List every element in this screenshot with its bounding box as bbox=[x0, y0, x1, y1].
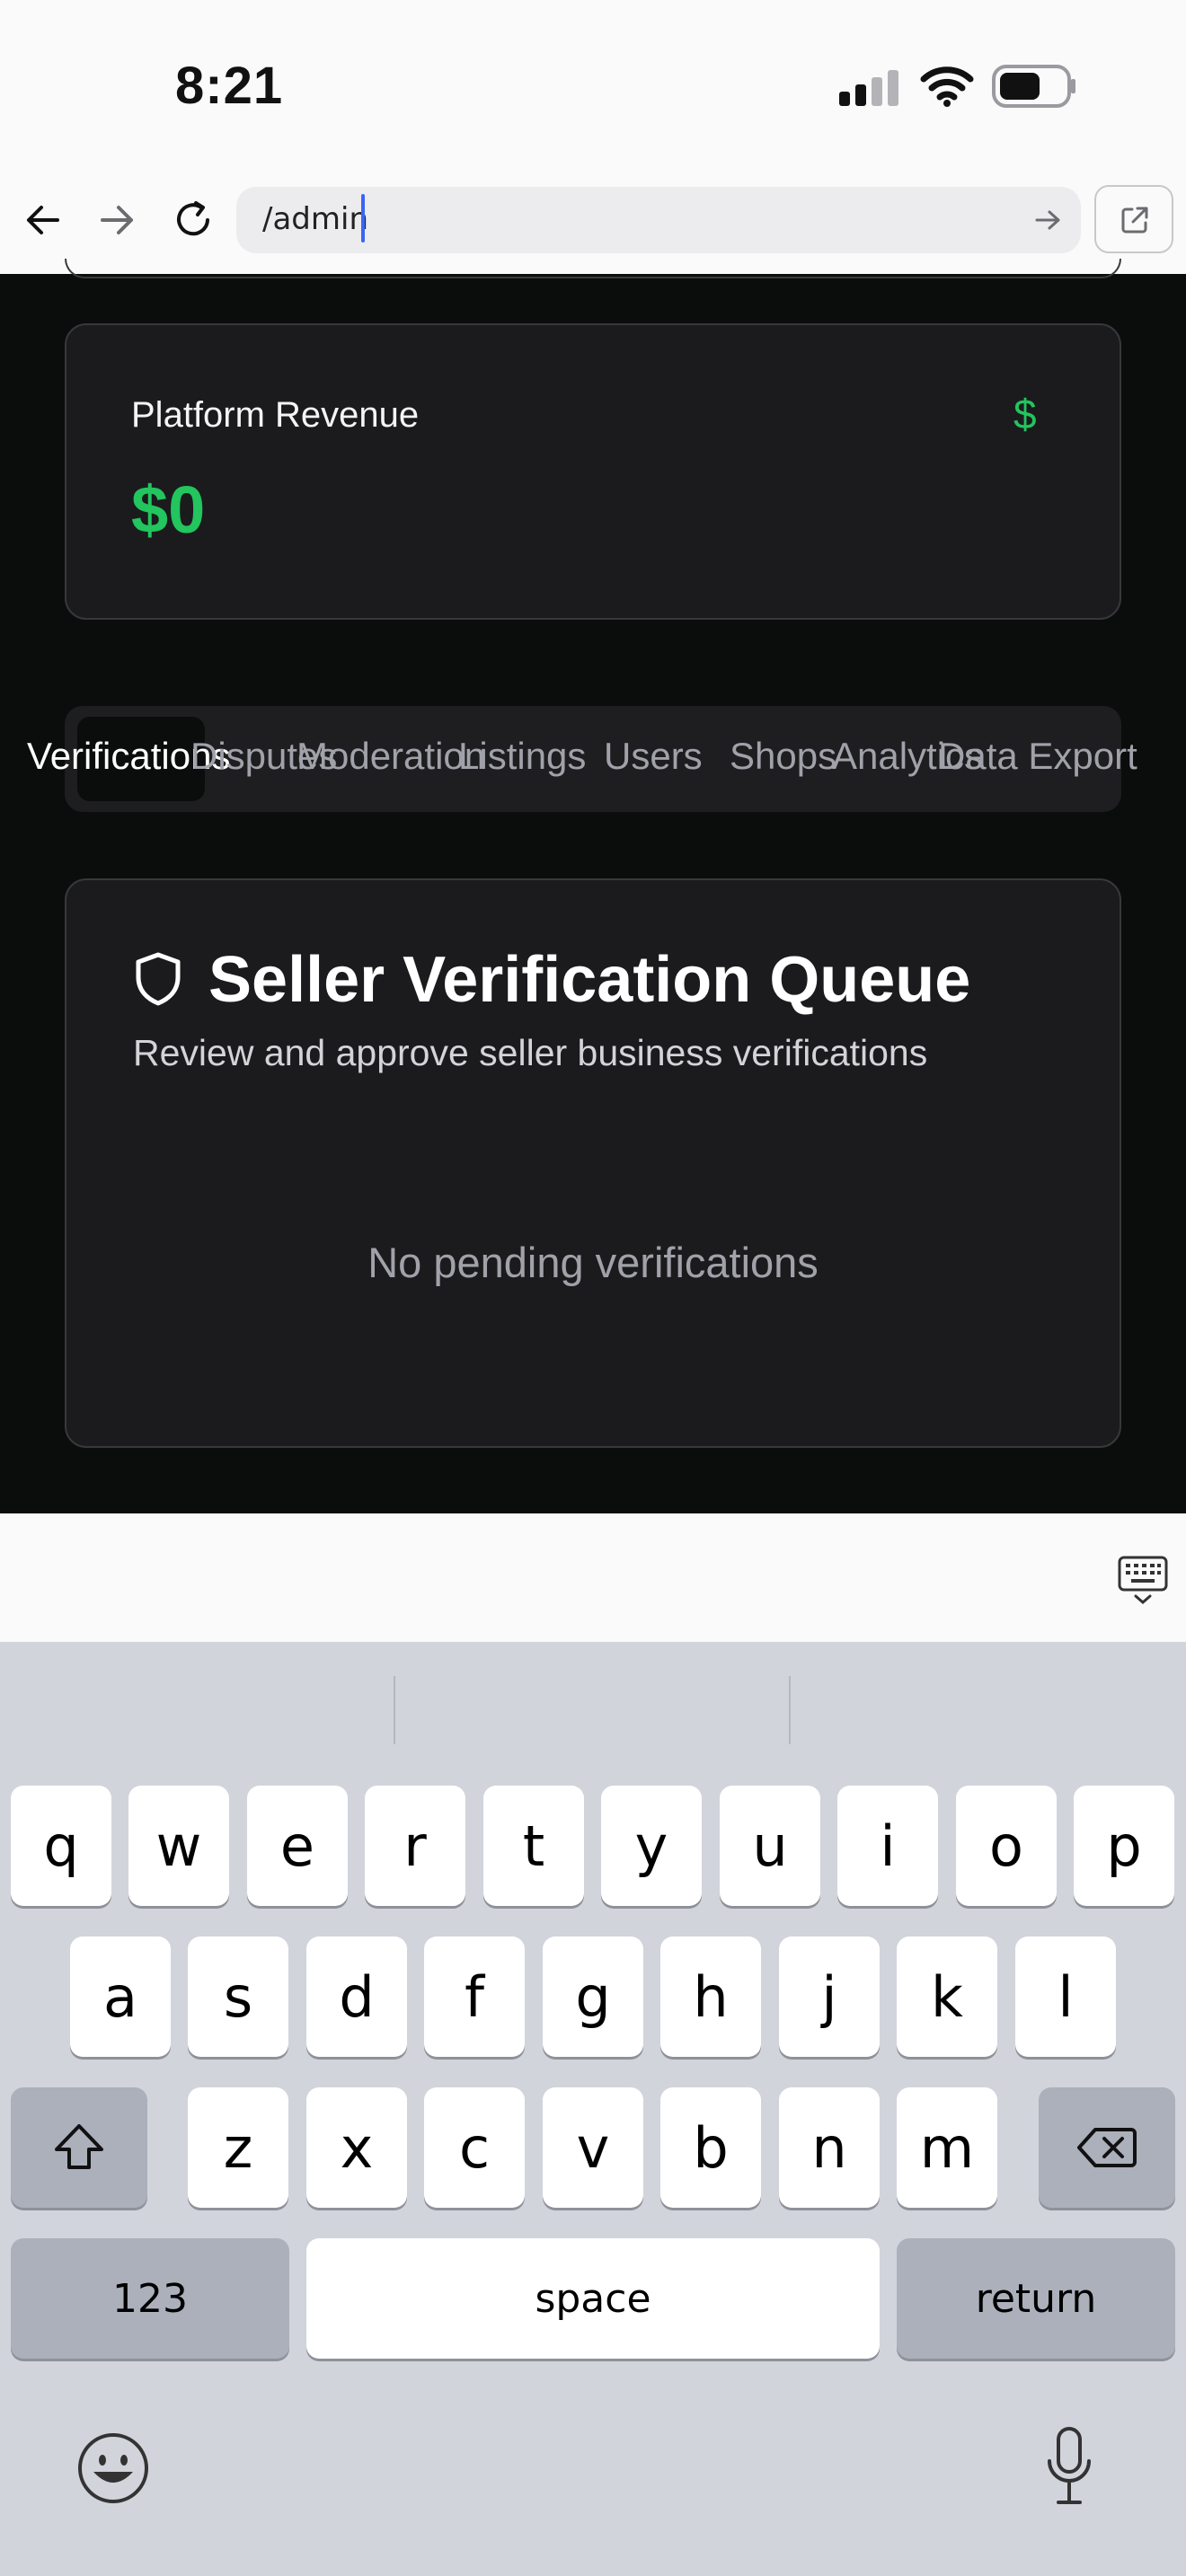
key-l[interactable]: l bbox=[1015, 1936, 1116, 2057]
delete-key[interactable] bbox=[1039, 2087, 1175, 2208]
external-link-icon bbox=[1121, 207, 1148, 234]
key-z[interactable]: z bbox=[188, 2087, 288, 2208]
key-g[interactable]: g bbox=[543, 1936, 643, 2057]
back-arrow-icon[interactable] bbox=[22, 199, 63, 241]
shift-key[interactable] bbox=[11, 2087, 147, 2208]
forward-arrow-icon[interactable] bbox=[97, 199, 138, 241]
key-s[interactable]: s bbox=[188, 1936, 288, 2057]
keyboard-accessory-bar bbox=[0, 1513, 1186, 1642]
wifi-icon bbox=[920, 66, 974, 107]
key-n[interactable]: n bbox=[779, 2087, 880, 2208]
key-w[interactable]: w bbox=[128, 1786, 229, 1906]
key-y[interactable]: y bbox=[601, 1786, 702, 1906]
key-v[interactable]: v bbox=[543, 2087, 643, 2208]
key-i[interactable]: i bbox=[837, 1786, 938, 1906]
keyboard-icon[interactable] bbox=[1116, 1554, 1170, 1606]
tab-moderation[interactable]: Moderation bbox=[296, 735, 485, 778]
verification-subtitle: Review and approve seller business verif… bbox=[133, 1032, 928, 1073]
tab-listings[interactable]: Listings bbox=[458, 735, 586, 778]
revenue-value: $0 bbox=[131, 472, 206, 547]
dollar-icon: $ bbox=[1013, 391, 1037, 437]
cellular-signal-icon bbox=[839, 70, 898, 106]
shield-icon bbox=[136, 952, 181, 1006]
key-x[interactable]: x bbox=[306, 2087, 407, 2208]
key-e[interactable]: e bbox=[247, 1786, 348, 1906]
platform-revenue-card bbox=[65, 323, 1121, 620]
suggestion-divider bbox=[789, 1676, 791, 1744]
key-h[interactable]: h bbox=[660, 1936, 761, 2057]
previous-card-edge bbox=[65, 259, 1121, 278]
key-k[interactable]: k bbox=[897, 1936, 997, 2057]
key-c[interactable]: c bbox=[424, 2087, 525, 2208]
microphone-icon[interactable] bbox=[1042, 2425, 1096, 2508]
key-r[interactable]: r bbox=[365, 1786, 465, 1906]
url-text: /admin bbox=[262, 201, 368, 237]
key-p[interactable]: p bbox=[1074, 1786, 1174, 1906]
return-key[interactable]: return bbox=[897, 2238, 1175, 2359]
text-cursor bbox=[361, 194, 365, 243]
revenue-title: Platform Revenue bbox=[131, 395, 420, 435]
tab-users[interactable]: Users bbox=[604, 735, 703, 778]
tab-shops[interactable]: Shops bbox=[730, 735, 836, 778]
battery-icon bbox=[992, 65, 1075, 108]
space-key[interactable]: space bbox=[306, 2238, 880, 2359]
key-t[interactable]: t bbox=[483, 1786, 584, 1906]
key-u[interactable]: u bbox=[720, 1786, 820, 1906]
numbers-key[interactable]: 123 bbox=[11, 2238, 289, 2359]
status-time: 8:21 bbox=[175, 57, 284, 115]
key-j[interactable]: j bbox=[779, 1936, 880, 2057]
verification-title: Seller Verification Queue bbox=[208, 944, 971, 1016]
key-d[interactable]: d bbox=[306, 1936, 407, 2057]
emoji-icon[interactable] bbox=[75, 2430, 151, 2506]
key-m[interactable]: m bbox=[897, 2087, 997, 2208]
empty-state-text: No pending verifications bbox=[367, 1239, 819, 1286]
key-a[interactable]: a bbox=[70, 1936, 171, 2057]
reload-icon[interactable] bbox=[171, 198, 216, 243]
key-q[interactable]: q bbox=[11, 1786, 111, 1906]
shift-arrow-icon bbox=[55, 2124, 103, 2169]
key-f[interactable]: f bbox=[424, 1936, 525, 2057]
tab-data-export[interactable]: Data Export bbox=[938, 735, 1137, 778]
suggestion-divider bbox=[394, 1676, 395, 1744]
go-arrow-icon[interactable] bbox=[1033, 207, 1064, 234]
key-b[interactable]: b bbox=[660, 2087, 761, 2208]
backspace-icon bbox=[1077, 2128, 1137, 2167]
key-o[interactable]: o bbox=[956, 1786, 1057, 1906]
